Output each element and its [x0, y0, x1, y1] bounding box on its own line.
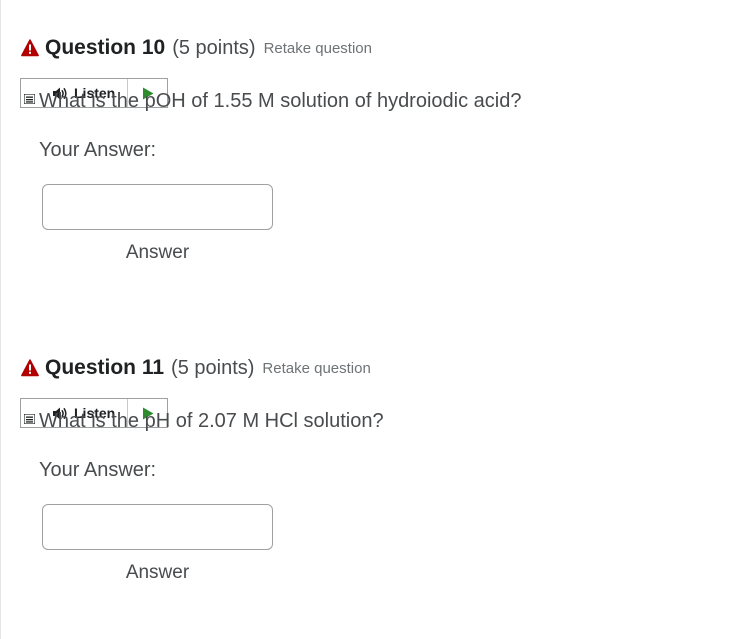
answer-input[interactable]	[42, 184, 273, 230]
warning-triangle-icon	[21, 359, 39, 377]
your-answer-label: Your Answer:	[39, 139, 157, 161]
retake-question-link[interactable]: Retake question	[262, 360, 370, 377]
page-left-border	[0, 0, 1, 639]
question-header: Question 11 (5 points) Retake question	[21, 354, 371, 382]
question-title: Question 10	[45, 36, 166, 59]
menu-icon[interactable]	[24, 94, 35, 104]
answer-caption: Answer	[125, 562, 190, 583]
question-text: What is the pOH of 1.55 M solution of hy…	[39, 90, 522, 112]
warning-triangle-icon	[21, 39, 39, 57]
question-text: What is the pH of 2.07 M HCl solution?	[39, 410, 384, 432]
answer-input[interactable]	[42, 504, 273, 550]
question-points: (5 points)	[172, 36, 256, 59]
answer-caption: Answer	[125, 242, 190, 263]
your-answer-label: Your Answer:	[39, 459, 157, 481]
retake-question-link[interactable]: Retake question	[264, 40, 372, 57]
menu-icon[interactable]	[24, 414, 35, 424]
question-points: (5 points)	[171, 356, 255, 379]
question-title: Question 11	[45, 356, 165, 379]
question-header: Question 10 (5 points) Retake question	[21, 34, 372, 62]
